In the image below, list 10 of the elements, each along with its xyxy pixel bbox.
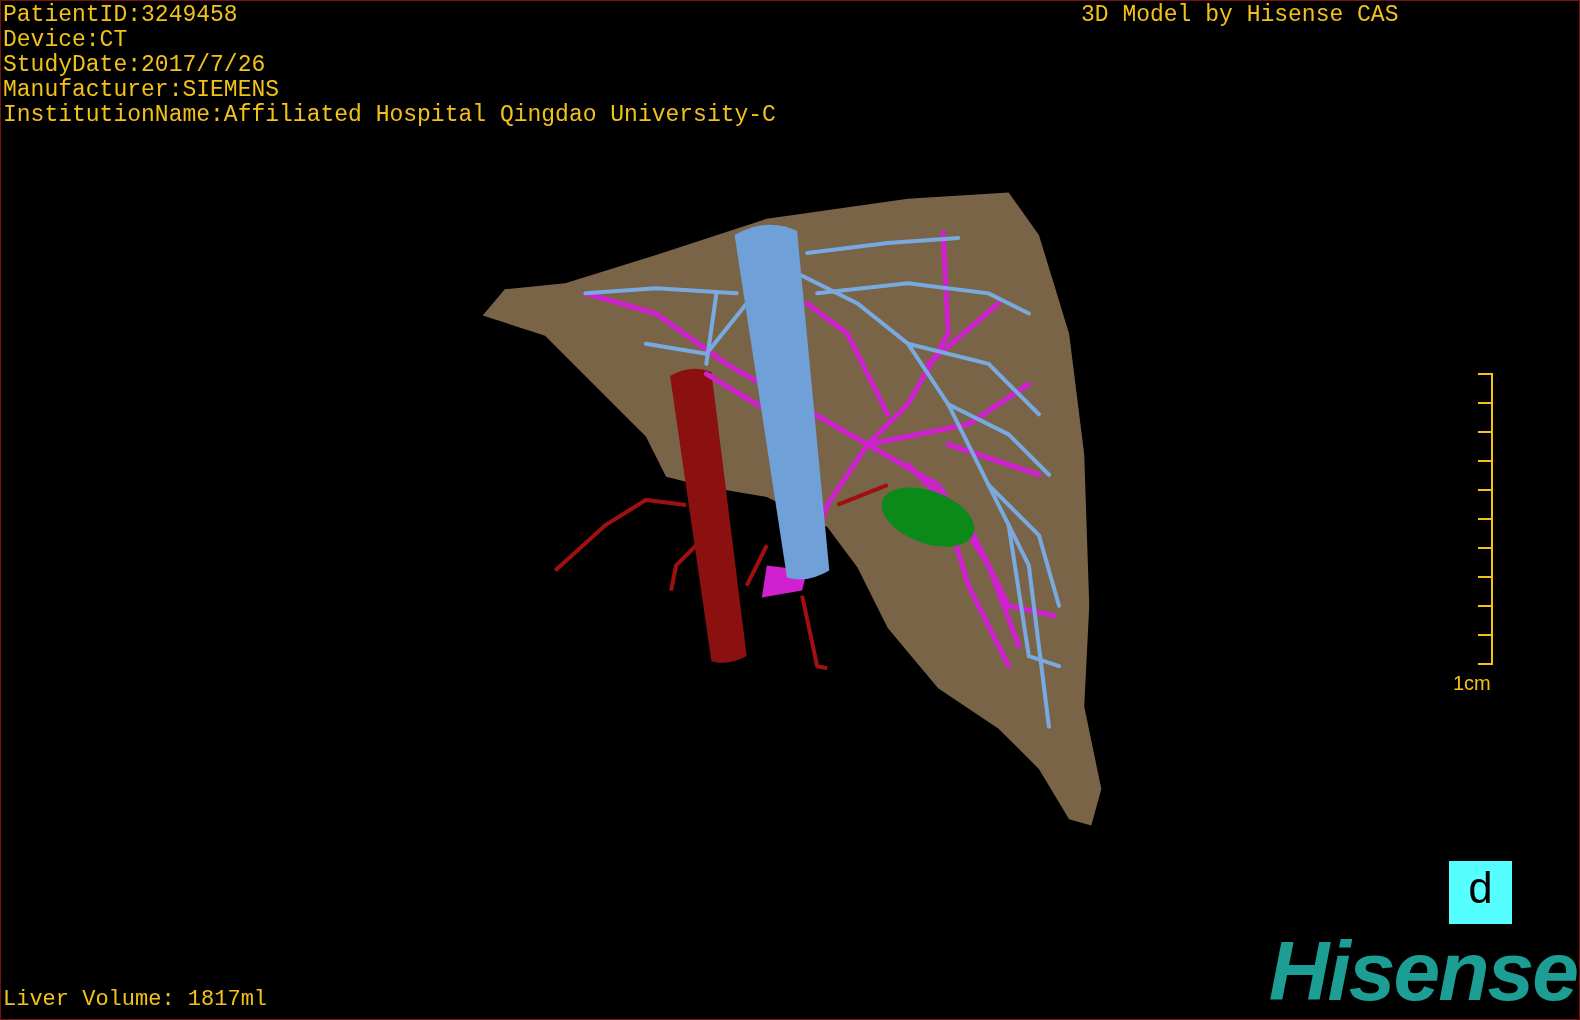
scale-label: 1cm [1453, 671, 1491, 695]
study-info-line: Manufacturer:SIEMENS [3, 78, 280, 103]
liver-volume-text: Liver Volume: 1817ml [3, 987, 268, 1013]
study-info-line: InstitutionName:Affiliated Hospital Qingdao University-C [3, 103, 776, 128]
viewer-title: 3D Model by Hisense CAS [1081, 3, 1399, 28]
hisense-logo: Hisense [1268, 931, 1577, 1011]
study-info-line: PatientID:3249458 [3, 3, 238, 28]
study-info-line: Device:CT [3, 28, 128, 53]
study-info-line: StudyDate:2017/7/26 [3, 53, 266, 78]
panel-label: d [1449, 861, 1512, 924]
